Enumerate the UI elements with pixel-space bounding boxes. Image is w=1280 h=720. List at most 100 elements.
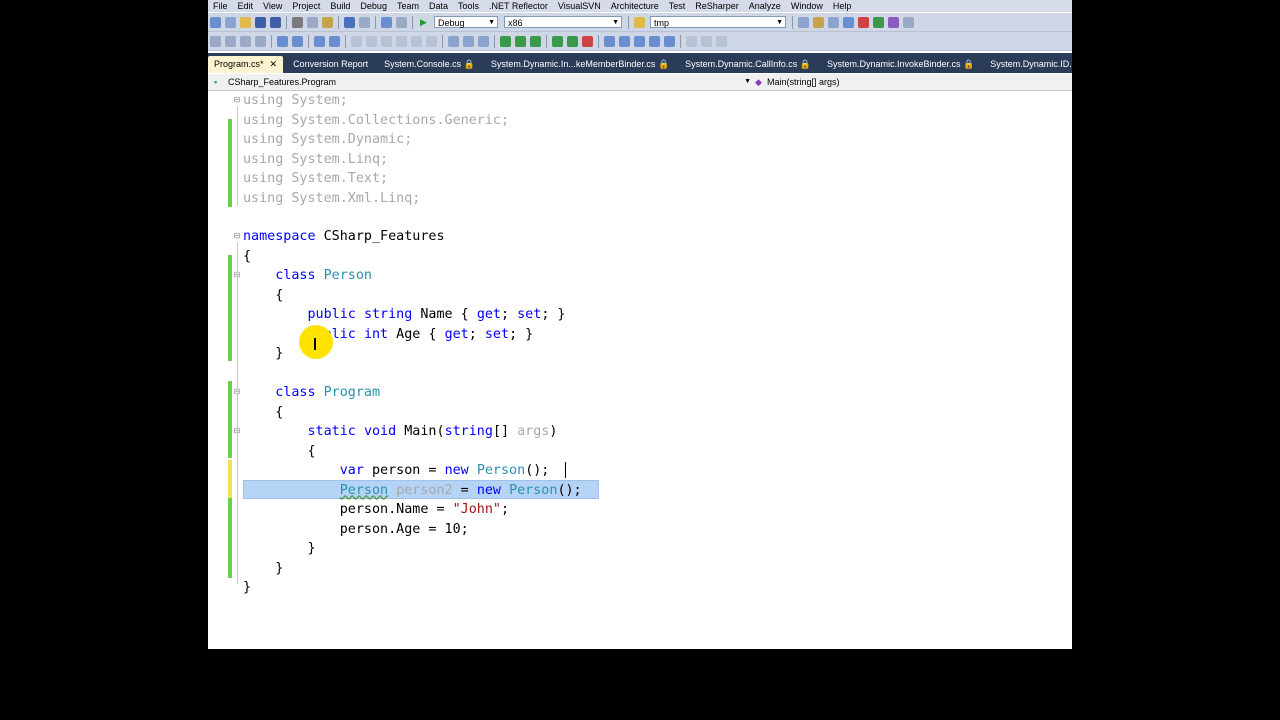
redo-icon[interactable]	[359, 16, 370, 28]
open-file-icon[interactable]	[240, 16, 251, 28]
object-browser-icon[interactable]	[828, 16, 839, 28]
uncomment-lines-icon[interactable]	[329, 35, 340, 47]
prev-bookmark-folder-icon[interactable]	[396, 35, 407, 47]
menu-visualsvn[interactable]: VisualSVN	[553, 1, 606, 11]
menu-project[interactable]: Project	[287, 1, 325, 11]
toolbar-separator	[598, 34, 599, 48]
collapse-icon[interactable]: ⊟	[233, 96, 241, 104]
document-tabs: Program.cs* ✕ Conversion Report System.Co…	[208, 53, 1072, 73]
next-bookmark-icon[interactable]	[381, 35, 392, 47]
tab-id-ao[interactable]: System.Dynamic.ID...aO	[984, 56, 1072, 73]
find-in-files-icon[interactable]	[634, 16, 645, 28]
chevron-down-icon: ▼	[744, 78, 751, 85]
menu-resharper[interactable]: ReSharper	[690, 1, 744, 11]
class-view-icon[interactable]	[888, 16, 899, 28]
move-up-icon[interactable]	[448, 35, 459, 47]
increase-indent-icon[interactable]	[292, 35, 303, 47]
menu-tools[interactable]: Tools	[453, 1, 484, 11]
debug-tests-icon[interactable]	[567, 35, 578, 47]
menu-test[interactable]: Test	[664, 1, 691, 11]
member-dropdown[interactable]: ◆ Main(string[] args)	[753, 75, 840, 89]
paste-icon[interactable]	[322, 16, 333, 28]
member-dropdown-value: Main(string[] args)	[767, 77, 840, 87]
tab-conversion-report[interactable]: Conversion Report	[287, 56, 374, 73]
save-icon[interactable]	[255, 16, 266, 28]
code-line: {	[307, 443, 316, 459]
clear-bookmarks-icon[interactable]	[426, 35, 437, 47]
toolbox-icon[interactable]	[843, 16, 854, 28]
menu-data[interactable]: Data	[424, 1, 453, 11]
solution-platform-dropdown[interactable]: x86 ▼	[504, 16, 622, 28]
menu-bar: File Edit View Project Build Debug Team …	[208, 0, 1072, 12]
toggle-bookmark-icon[interactable]	[351, 35, 362, 47]
menu-analyze[interactable]: Analyze	[744, 1, 786, 11]
toolbar-separator	[345, 34, 346, 48]
type-dropdown[interactable]: ▪ CSharp_Features.Program ▼	[208, 75, 753, 89]
tab-program-cs[interactable]: Program.cs* ✕	[208, 56, 284, 73]
tab-system-console-cs[interactable]: System.Console.cs 🔒	[378, 56, 481, 73]
solution-configuration-dropdown[interactable]: Debug ▼	[434, 16, 498, 28]
tile-window-icon[interactable]	[649, 35, 660, 47]
solution-platform-value: x86	[508, 18, 523, 28]
next-bookmark-folder-icon[interactable]	[411, 35, 422, 47]
extension-manager-icon[interactable]	[873, 16, 884, 28]
step-out-icon[interactable]	[530, 35, 541, 47]
complete-word-icon[interactable]	[255, 35, 266, 47]
move-down-icon[interactable]	[463, 35, 474, 47]
solution-explorer-icon[interactable]	[798, 16, 809, 28]
previous-bookmark-icon[interactable]	[366, 35, 377, 47]
step-into-icon[interactable]	[500, 35, 511, 47]
menu-file[interactable]: File	[208, 1, 233, 11]
new-project-icon[interactable]	[210, 16, 221, 28]
code-editor[interactable]: ⊟ ⊟ ⊟ ⊟ ⊟ using System; using System.Col…	[208, 91, 1072, 649]
stop-tests-icon[interactable]	[582, 35, 593, 47]
display-object-member-list-icon[interactable]	[210, 35, 221, 47]
tab-call-info-cs[interactable]: System.Dynamic.CallInfo.cs 🔒	[679, 56, 817, 73]
menu-team[interactable]: Team	[392, 1, 424, 11]
menu-architecture[interactable]: Architecture	[606, 1, 664, 11]
find-combo[interactable]: tmp ▼	[650, 16, 786, 28]
code-line: using System.Dynamic;	[243, 132, 413, 147]
add-item-icon[interactable]	[225, 16, 236, 28]
menu-edit[interactable]: Edit	[233, 1, 259, 11]
cut-icon[interactable]	[292, 16, 303, 28]
menu-debug[interactable]: Debug	[355, 1, 392, 11]
navigate-back-icon[interactable]	[381, 16, 392, 28]
tab-label: System.Dynamic.ID...aO	[990, 59, 1072, 69]
code-line: {	[275, 287, 284, 303]
change-marker	[228, 381, 232, 458]
collapse-icon[interactable]: ⊟	[233, 232, 241, 240]
start-page-icon[interactable]	[903, 16, 914, 28]
copy-icon[interactable]	[307, 16, 318, 28]
tab-label: Conversion Report	[293, 59, 369, 69]
step-over-icon[interactable]	[515, 35, 526, 47]
menu-build[interactable]: Build	[325, 1, 355, 11]
navigate-forward-icon[interactable]	[396, 16, 407, 28]
code-line: }	[307, 541, 316, 556]
move-out-icon[interactable]	[478, 35, 489, 47]
cascade-window-icon[interactable]	[664, 35, 675, 47]
tab-invoke-binder-cs[interactable]: System.Dynamic.InvokeBinder.cs 🔒	[821, 56, 980, 73]
save-all-icon[interactable]	[270, 16, 281, 28]
menu-net-reflector[interactable]: .NET Reflector	[484, 1, 553, 11]
lock-icon: 🔒	[463, 59, 475, 69]
error-list-icon[interactable]	[858, 16, 869, 28]
properties-icon[interactable]	[813, 16, 824, 28]
run-tests-icon[interactable]	[552, 35, 563, 47]
parameter-info-icon[interactable]	[225, 35, 236, 47]
tab-invoke-member-binder-cs[interactable]: System.Dynamic.In...keMemberBinder.cs 🔒	[485, 56, 675, 73]
decrease-indent-icon[interactable]	[277, 35, 288, 47]
comment-lines-icon[interactable]	[314, 35, 325, 47]
menu-view[interactable]: View	[258, 1, 287, 11]
quick-info-icon[interactable]	[240, 35, 251, 47]
undo-icon[interactable]	[344, 16, 355, 28]
close-icon[interactable]: ✕	[270, 59, 278, 69]
start-debugging-icon[interactable]: ▶	[418, 17, 429, 28]
outline-guide	[237, 106, 238, 206]
code-line: using System;	[243, 93, 348, 108]
window-layout-icon[interactable]	[604, 35, 615, 47]
menu-help[interactable]: Help	[828, 1, 857, 11]
new-window-icon[interactable]	[634, 35, 645, 47]
split-window-icon[interactable]	[619, 35, 630, 47]
menu-window[interactable]: Window	[786, 1, 828, 11]
